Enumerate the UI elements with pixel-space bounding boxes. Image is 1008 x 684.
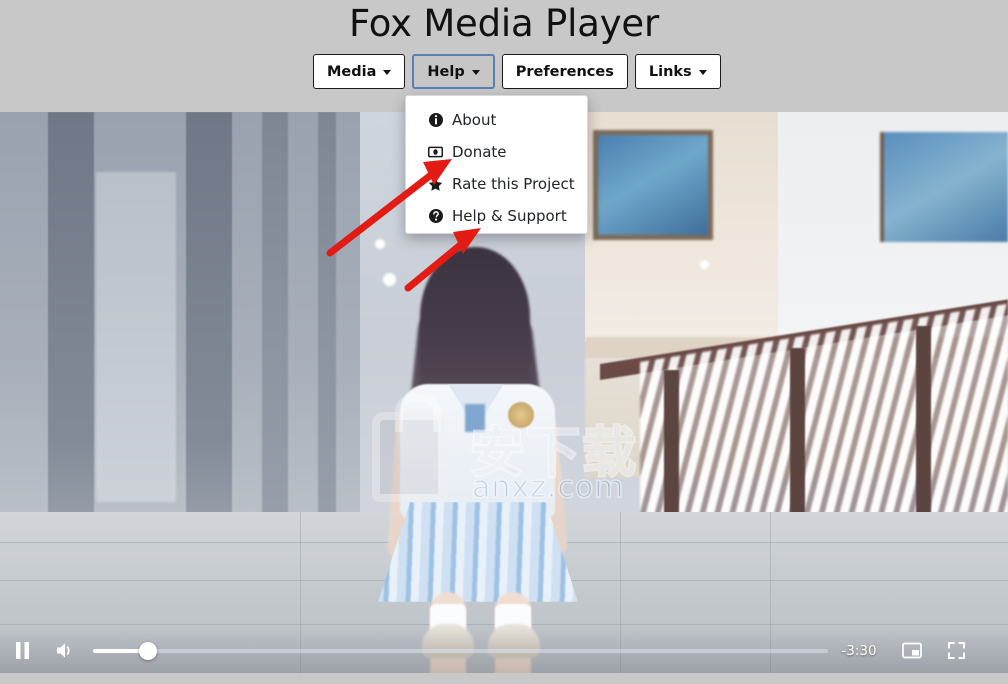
menu-help[interactable]: Help bbox=[412, 54, 495, 89]
menu-item-rate-this-project-label: Rate this Project bbox=[452, 175, 575, 193]
info-circle-icon bbox=[428, 113, 443, 128]
menu-item-help-and-support-label: Help & Support bbox=[452, 207, 567, 225]
menu-bar: Media Help Preferences Links bbox=[313, 54, 721, 89]
question-circle-icon bbox=[428, 209, 443, 224]
video-bokeh-dot bbox=[383, 273, 396, 286]
video-window-right bbox=[880, 132, 1008, 242]
menu-item-donate-label: Donate bbox=[452, 143, 507, 161]
video-column-4 bbox=[318, 112, 336, 562]
time-remaining: -3:30 bbox=[841, 642, 877, 659]
menu-media[interactable]: Media bbox=[313, 54, 406, 89]
video-doorway bbox=[96, 172, 176, 502]
money-bill-icon bbox=[428, 145, 443, 160]
menu-item-about-label: About bbox=[452, 111, 497, 129]
player-control-bar: -3:30 bbox=[0, 628, 1008, 673]
window-footer-strip bbox=[0, 673, 1008, 684]
star-icon bbox=[428, 177, 443, 192]
menu-media-label: Media bbox=[327, 63, 377, 80]
video-subject-tie bbox=[465, 404, 485, 432]
menu-help-label: Help bbox=[427, 63, 465, 80]
video-bokeh-dot bbox=[375, 239, 385, 249]
picture-in-picture-button[interactable] bbox=[890, 628, 934, 673]
pause-button[interactable] bbox=[0, 628, 44, 673]
seek-thumb[interactable] bbox=[139, 641, 158, 660]
chevron-down-icon bbox=[698, 70, 707, 75]
chevron-down-icon bbox=[383, 70, 392, 75]
menu-links[interactable]: Links bbox=[634, 54, 721, 89]
menu-item-help-and-support[interactable]: Help & Support bbox=[406, 200, 587, 232]
menu-links-label: Links bbox=[648, 63, 692, 80]
fox-media-player-window: Fox Media Player Media Help Preferences … bbox=[0, 0, 1008, 684]
seek-slider[interactable] bbox=[93, 628, 828, 673]
fullscreen-button[interactable] bbox=[934, 628, 978, 673]
video-subject-skirt bbox=[378, 502, 578, 602]
video-subject-badge bbox=[508, 402, 534, 428]
menu-item-donate[interactable]: Donate bbox=[406, 136, 587, 168]
page-title: Fox Media Player bbox=[349, 2, 659, 45]
help-dropdown-menu: About Donate Rate this Project Help & Su… bbox=[405, 95, 588, 234]
menu-item-about[interactable]: About bbox=[406, 104, 587, 136]
menu-preferences[interactable]: Preferences bbox=[501, 54, 628, 89]
volume-button[interactable] bbox=[44, 628, 88, 673]
video-bokeh-dot bbox=[700, 260, 709, 269]
seek-track[interactable] bbox=[93, 641, 828, 660]
chevron-down-icon bbox=[471, 70, 480, 75]
menu-preferences-label: Preferences bbox=[515, 63, 614, 80]
video-window-left bbox=[593, 130, 713, 240]
menu-item-rate-this-project[interactable]: Rate this Project bbox=[406, 168, 587, 200]
video-column-3 bbox=[262, 112, 288, 562]
